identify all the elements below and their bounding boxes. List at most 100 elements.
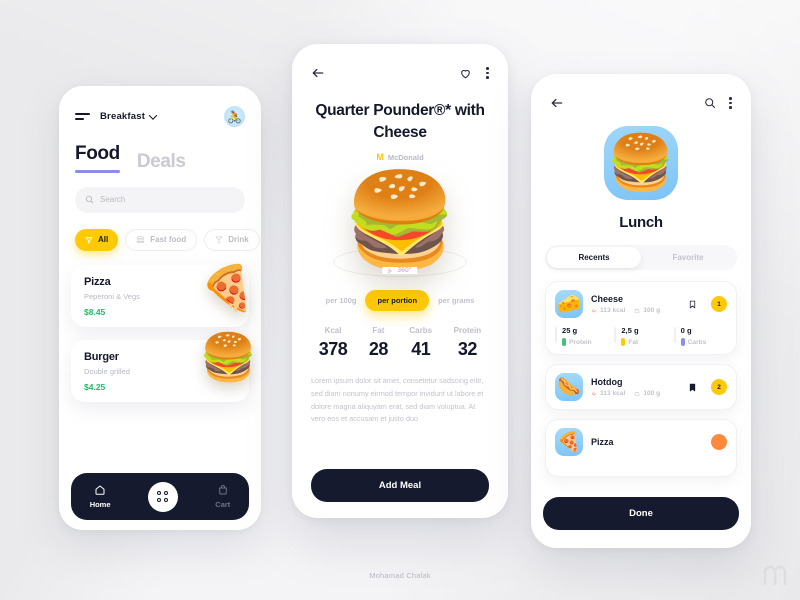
- item-badge: 2: [711, 379, 727, 395]
- lunch-hero-image: 🍔: [604, 126, 678, 200]
- done-button[interactable]: Done: [543, 497, 739, 530]
- bookmark-filled-icon[interactable]: [688, 382, 697, 393]
- right-topbar: [531, 74, 751, 110]
- nutrition-fat: 2,5 g Fat: [614, 326, 667, 346]
- flame-icon: [592, 391, 596, 396]
- nutrition-label-row: Carbs: [680, 338, 727, 346]
- item-name: Hotdog: [591, 377, 623, 387]
- add-meal-button[interactable]: Add Meal: [311, 469, 489, 502]
- phone-screen-product-detail: Quarter Pounder®* with Cheese M McDonald…: [292, 44, 508, 518]
- hamburger-icon[interactable]: [75, 112, 90, 121]
- nav-item-home-label: Home: [89, 500, 111, 509]
- meal-item-list: 🧀 Cheese 113 kcal 100 g 1 25 g Protein 2…: [531, 281, 751, 477]
- designer-credit: Mohamad Chalak: [369, 571, 431, 580]
- macro-value: 378: [318, 339, 348, 359]
- food-card-list: Pizza Peperoni & Vegs $8.45 🍕 Burger Dou…: [59, 251, 261, 402]
- burger-image: 🍔: [199, 330, 257, 383]
- nutrition-carbs: 0 g Carbs: [673, 326, 727, 346]
- macro-kcal: Kcal 378: [319, 326, 348, 360]
- carbs-color-dot: [680, 338, 685, 346]
- search-icon[interactable]: [704, 97, 716, 109]
- m-logo-watermark: [763, 565, 787, 585]
- nutrition-label-row: Fat: [621, 338, 667, 346]
- item-name: Pizza: [591, 437, 614, 447]
- item-kcal: 113 kcal: [591, 307, 625, 314]
- chip-fast-food[interactable]: Fast food: [125, 228, 198, 251]
- product-description: Lorem ipsum dolor sit amet, consetetur s…: [311, 376, 484, 424]
- macro-value: 41: [411, 339, 431, 359]
- flame-icon: [592, 308, 596, 313]
- nav-grid-button[interactable]: [147, 481, 178, 512]
- rotate-360-control[interactable]: 360°: [382, 267, 418, 274]
- search-icon: [85, 195, 94, 204]
- chip-drink[interactable]: Drink: [204, 228, 260, 251]
- arrow-left-icon[interactable]: [550, 96, 564, 110]
- nav-item-cart[interactable]: Cart: [215, 484, 230, 509]
- chip-all-label: All: [98, 235, 109, 244]
- meal-selector[interactable]: Breakfast: [100, 110, 158, 122]
- food-card-price: $4.25: [84, 381, 106, 392]
- kebab-menu-icon[interactable]: [729, 97, 732, 109]
- portion-per-portion[interactable]: per portion: [365, 290, 430, 311]
- macro-label: Kcal: [324, 326, 342, 335]
- portion-per-grams[interactable]: per grams: [438, 296, 474, 305]
- play-triangle-icon: [388, 267, 393, 274]
- tab-deals[interactable]: Deals: [137, 151, 186, 173]
- bottom-navigation: Home Cart: [71, 473, 249, 520]
- chip-all[interactable]: All: [75, 228, 119, 251]
- food-card-burger[interactable]: Burger Double grilled $4.25 🍔: [71, 334, 257, 402]
- macro-label: Carbs: [409, 326, 433, 335]
- weight-icon: [635, 308, 640, 313]
- nutrition-protein: 25 g Protein: [555, 326, 608, 346]
- item-weight: 100 g: [634, 307, 660, 314]
- segment-favorite[interactable]: Favorite: [641, 247, 735, 268]
- fat-color-dot: [621, 338, 626, 346]
- mcdonalds-logo: M: [376, 152, 384, 162]
- meal-selector-label: Breakfast: [100, 111, 146, 122]
- avatar[interactable]: 🚴: [224, 106, 245, 127]
- cheese-thumbnail: 🧀: [555, 290, 583, 318]
- chip-drink-label: Drink: [228, 235, 249, 244]
- item-kcal: 113 kcal: [591, 390, 625, 397]
- macro-value: 32: [457, 339, 478, 359]
- nutrition-value: 0 g: [680, 326, 692, 335]
- nutrition-value: 2,5 g: [621, 326, 639, 335]
- nav-item-home[interactable]: Home: [90, 484, 111, 509]
- item-weight: 100 g: [634, 390, 660, 397]
- page-title: Quarter Pounder®* with Cheese: [315, 102, 485, 141]
- hotdog-thumbnail: 🌭: [555, 373, 583, 401]
- burger-icon: [136, 236, 145, 243]
- search-input[interactable]: Search: [75, 186, 245, 213]
- macro-protein: Protein 32: [454, 326, 482, 360]
- phone-screen-lunch: 🍔 Lunch Recents Favorite 🧀 Cheese 113 kc…: [531, 74, 751, 548]
- list-item-cheese[interactable]: 🧀 Cheese 113 kcal 100 g 1 25 g Protein 2…: [545, 281, 737, 355]
- filter-icon: [85, 236, 93, 243]
- tab-food-label: Food: [75, 143, 120, 164]
- left-tabs: Food Deals: [59, 127, 261, 173]
- list-item-hotdog[interactable]: 🌭 Hotdog 113 kcal 100 g 2: [545, 364, 737, 410]
- portion-per-100g[interactable]: per 100g: [326, 296, 357, 305]
- macro-summary: Kcal 378 Fat 28 Carbs 41 Protein 32: [292, 326, 508, 360]
- kebab-menu-icon[interactable]: [486, 67, 489, 79]
- bookmark-outline-icon[interactable]: [688, 299, 697, 310]
- weight-icon: [635, 391, 640, 396]
- search-placeholder: Search: [100, 195, 126, 204]
- macro-label: Fat: [372, 326, 385, 335]
- protein-color-dot: [562, 338, 566, 346]
- item-badge: [711, 434, 727, 450]
- list-item-pizza[interactable]: 🍕 Pizza: [545, 419, 737, 477]
- page-title: Lunch: [619, 214, 663, 231]
- pizza-image: 🍕: [200, 263, 255, 313]
- nutrition-label-row: Protein: [562, 338, 608, 346]
- segmented-control: Recents Favorite: [545, 245, 737, 270]
- left-topbar: Breakfast 🚴: [59, 86, 261, 127]
- nutrition-value: 25 g: [562, 326, 578, 335]
- segment-recents[interactable]: Recents: [547, 247, 641, 268]
- arrow-left-icon[interactable]: [311, 66, 325, 80]
- rotate-label: 360°: [397, 267, 412, 274]
- heart-icon[interactable]: [459, 67, 472, 80]
- food-card-pizza[interactable]: Pizza Peperoni & Vegs $8.45 🍕: [71, 264, 255, 327]
- brand-row: M McDonald: [292, 152, 508, 162]
- bag-icon: [218, 485, 227, 495]
- tab-food[interactable]: Food: [75, 143, 120, 173]
